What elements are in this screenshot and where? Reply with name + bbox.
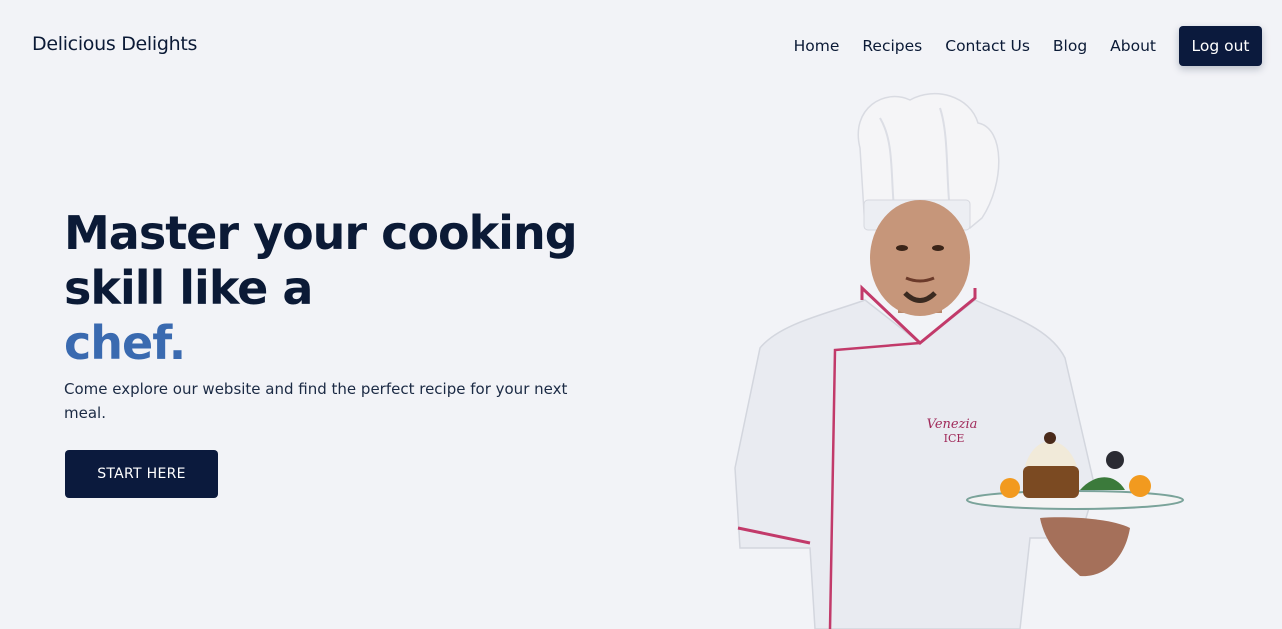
hero-subtitle: Come explore our website and find the pe… — [64, 380, 568, 422]
main-nav: Home Recipes Contact Us Blog About Log o… — [794, 26, 1262, 66]
hero-title-line2: skill like a — [64, 261, 313, 315]
nav-blog[interactable]: Blog — [1053, 37, 1087, 55]
svg-text:Venezia: Venezia — [927, 417, 978, 432]
nav-about[interactable]: About — [1110, 37, 1156, 55]
svg-text:ICE: ICE — [944, 432, 965, 445]
nav-contact-us[interactable]: Contact Us — [945, 37, 1030, 55]
chef-image: Venezia ICE — [734, 92, 1184, 629]
start-here-button[interactable]: START HERE — [65, 450, 218, 498]
nav-recipes[interactable]: Recipes — [862, 37, 922, 55]
logout-button[interactable]: Log out — [1179, 26, 1262, 66]
nav-home[interactable]: Home — [794, 37, 840, 55]
hero-title-line1: Master your cooking — [64, 206, 578, 260]
site-logo[interactable]: Delicious Delights — [32, 33, 197, 55]
hero-title: Master your cooking skill like a chef. — [64, 206, 584, 371]
hero-title-accent: chef. — [64, 316, 186, 370]
chef-hand-icon — [1040, 517, 1130, 577]
chef-face-icon — [870, 200, 970, 316]
